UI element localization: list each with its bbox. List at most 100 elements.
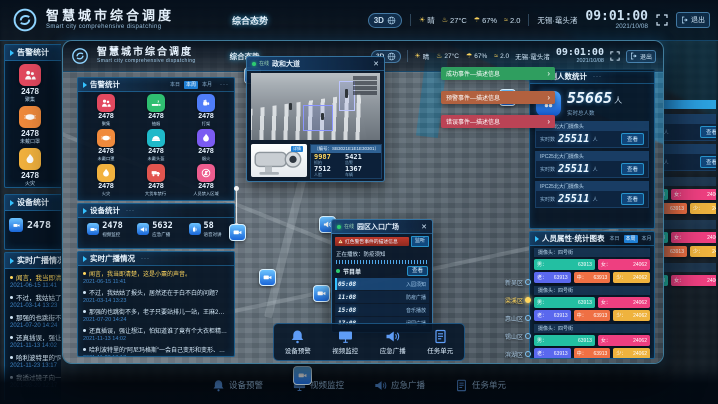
- tab-day[interactable]: 本日: [168, 81, 182, 89]
- list-item[interactable]: 哈利波特里的“阿尼玛格斯”一会自己变形和变形、整个…2021-11-23 13:…: [83, 345, 229, 357]
- inner-action-bar: 设备预警 视频监控 应急广播 任务单元: [273, 323, 465, 361]
- camera-pin[interactable]: [229, 224, 246, 241]
- alarm-tile[interactable]: 2478聚集: [81, 94, 131, 129]
- primary-action-bar[interactable]: [662, 100, 716, 109]
- list-item[interactable]: 闻言，我当即清楚，这是小粟的声音。2021-06-15 11:41: [83, 269, 229, 285]
- panel-title: 设备统计: [90, 205, 120, 216]
- schedule-row[interactable]: 15:08音乐播放: [335, 304, 429, 316]
- audio-waveform: [336, 260, 428, 264]
- action-emergency-broadcast[interactable]: 应急广播: [380, 329, 406, 355]
- view-button[interactable]: 查看: [700, 126, 716, 138]
- toast-success[interactable]: 成功事件—描述信息›: [441, 67, 555, 80]
- broadcast-list: 闻言，我当即清楚，这是小粟的声音。2021-06-15 11:41 不过，我姑姑…: [78, 266, 234, 357]
- alarm-tile[interactable]: 2478抽烟: [131, 94, 181, 129]
- view-button[interactable]: 查看: [700, 156, 716, 168]
- tab-month[interactable]: 本月: [200, 81, 214, 89]
- region-item[interactable]: 惠山区: [495, 309, 531, 327]
- broadcast-popup: 在线 园区入口广场 ✕ 红色警告事件的描述信息 监听 正在播放：防疫须知 节目单…: [331, 219, 433, 333]
- schedule-row-active[interactable]: 05:08入园须知: [335, 278, 429, 290]
- popup-header: 在线 园区入口广场 ✕: [332, 220, 432, 234]
- panel-menu-icon[interactable]: ···: [220, 82, 229, 88]
- alarm-tile[interactable]: 2478打架: [181, 94, 231, 129]
- alarm-tile[interactable]: 2478火灾: [81, 164, 131, 199]
- outer-left-panels: 告警统计 2478 聚集 2478 未戴口罩 2478 火灾 设备统计 2478: [4, 44, 61, 400]
- tab-month[interactable]: 本月: [640, 235, 654, 243]
- camera-pin[interactable]: [293, 366, 312, 385]
- toast-warning[interactable]: 预警事件—描述信息›: [441, 91, 555, 104]
- action-task-unit[interactable]: 任务单元: [427, 329, 453, 355]
- camera-pin[interactable]: [259, 269, 276, 286]
- listen-button[interactable]: 监听: [411, 236, 429, 247]
- camera-count-item[interactable]: IPC25北大门摄像头 实时数25511人查看: [662, 144, 716, 171]
- close-icon[interactable]: ✕: [373, 60, 379, 68]
- panel-title: 实时广播情况: [17, 255, 61, 266]
- tab-day[interactable]: 本日: [608, 235, 622, 243]
- camera-count-item[interactable]: IPC25北大门摄像头 实时数25511人查看: [662, 114, 716, 141]
- toast-error[interactable]: 错误事件—描述信息›: [441, 115, 555, 128]
- action-device-alert[interactable]: 设备预警: [285, 329, 311, 355]
- alarm-tile[interactable]: 2478未戴口罩: [81, 129, 131, 164]
- attr-group: 摄像头：四号街 男63913女24062 老63913中63913少24062: [534, 286, 650, 321]
- alarm-tile[interactable]: 2478未戴头盔: [131, 129, 181, 164]
- view-button[interactable]: 查看: [621, 193, 644, 205]
- fullscreen-button[interactable]: [656, 14, 668, 26]
- exit-button[interactable]: 退出: [676, 12, 710, 28]
- list-item[interactable]: 不过，我姑姑了报头，居然还在于白不白的问题？2021-03-14 13:23: [10, 292, 61, 309]
- alarm-tile[interactable]: 2478 火灾: [7, 148, 53, 187]
- chip-mid: 中63913: [662, 203, 687, 214]
- clock-time: 09:01:00: [556, 48, 604, 58]
- view-button[interactable]: 查看: [407, 266, 428, 276]
- list-item[interactable]: 那强的也跳街不多，老子只要站排儿一站，王麻2气运…2021-07-20 14:2…: [10, 312, 61, 329]
- region-item[interactable]: 滨湖区: [495, 345, 531, 363]
- camera-stat: 7512人脸: [314, 166, 345, 178]
- panel-menu-icon[interactable]: ···: [593, 74, 602, 80]
- schedule-row[interactable]: 11:08防疫广播: [335, 291, 429, 303]
- fullscreen-button[interactable]: [610, 51, 620, 61]
- alarm-tile[interactable]: 2478 未戴口罩: [7, 106, 53, 145]
- chip-old: 老63913: [534, 272, 571, 283]
- detail-chip[interactable]: 详情: [291, 146, 303, 152]
- tab-week[interactable]: 本周: [624, 235, 638, 243]
- camera-pin[interactable]: [313, 285, 330, 302]
- outer-alarm-panel: 告警统计 2478 聚集 2478 未戴口罩 2478 火灾: [4, 44, 61, 188]
- list-item[interactable]: 闻言，我当即清楚，这是小粟的声音。2021-06-15 11:41: [10, 272, 61, 289]
- device-stats-panel: 设备统计··· 2478视频监控 5632应急广播 58语音对讲: [77, 203, 235, 249]
- alarm-tile[interactable]: 2478人员禁入区域: [181, 164, 231, 199]
- action-task-unit[interactable]: 任务单元: [455, 379, 506, 392]
- region-item[interactable]: 锡山区: [495, 327, 531, 345]
- alarm-grid: 2478聚集 2478抽烟 2478打架 2478未戴口罩 2478未戴头盔 2…: [78, 92, 234, 199]
- clock-date: 2021/10/08: [556, 59, 604, 65]
- region-item[interactable]: 新吴区: [495, 273, 531, 291]
- gathering-icon: [19, 64, 41, 86]
- camera-count-item[interactable]: IPC25北大门摄像头 实时数25511人查看: [535, 181, 649, 208]
- alarm-tile[interactable]: 2478 聚集: [7, 64, 53, 103]
- alarm-tile[interactable]: 2478烟火: [181, 129, 231, 164]
- clock-time: 09:01:00: [585, 10, 648, 23]
- exit-button[interactable]: 退出: [626, 50, 656, 63]
- camera-video-feed[interactable]: [251, 73, 380, 140]
- attr-group-name: 摄像头：四号街: [662, 177, 716, 186]
- alarm-tile[interactable]: 2478大货车禁行: [131, 164, 181, 199]
- bell-icon: [290, 329, 305, 344]
- action-emergency-broadcast[interactable]: 应急广播: [374, 379, 425, 392]
- list-item[interactable]: 那强的也跳街不多，老子只要站排儿一站，王麻2气运…2021-07-20 14:2…: [83, 307, 229, 323]
- action-device-alert[interactable]: 设备预警: [212, 379, 263, 392]
- fight-icon: [197, 94, 215, 112]
- action-video-monitor[interactable]: 视频监控: [332, 329, 358, 355]
- panel-menu-icon[interactable]: ···: [126, 208, 135, 214]
- camera-count-item[interactable]: IPC25北大门摄像头 实时数25511人查看: [535, 151, 649, 178]
- playlist-row: 节目单 查看: [336, 266, 428, 276]
- list-item[interactable]: 还真插误，强让想江，怕知道谁了竟有个大衣柜精选…2021-11-13 14:02: [83, 326, 229, 342]
- sun-icon: ☀: [414, 52, 420, 60]
- tab-overview[interactable]: 综合态势: [232, 14, 268, 27]
- close-icon[interactable]: ✕: [421, 223, 427, 231]
- list-item[interactable]: 不过，我姑姑了报头，居然还在于白不白的问题？2021-03-14 13:23: [83, 288, 229, 304]
- mode-3d-toggle[interactable]: 3D: [368, 13, 402, 28]
- list-item[interactable]: 还真插误，强让想江，怕知道谁了竟有个大衣柜精选…2021-11-13 14:02: [10, 332, 61, 349]
- view-button[interactable]: 查看: [621, 163, 644, 175]
- tab-week[interactable]: 本周: [184, 81, 198, 89]
- broadcast-panel: 实时广播情况··· 闻言，我当即清楚，这是小粟的声音。2021-06-15 11…: [77, 251, 235, 357]
- region-item-active[interactable]: 梁溪区: [495, 291, 531, 309]
- view-button[interactable]: 查看: [621, 133, 644, 145]
- panel-menu-icon[interactable]: ···: [141, 256, 150, 262]
